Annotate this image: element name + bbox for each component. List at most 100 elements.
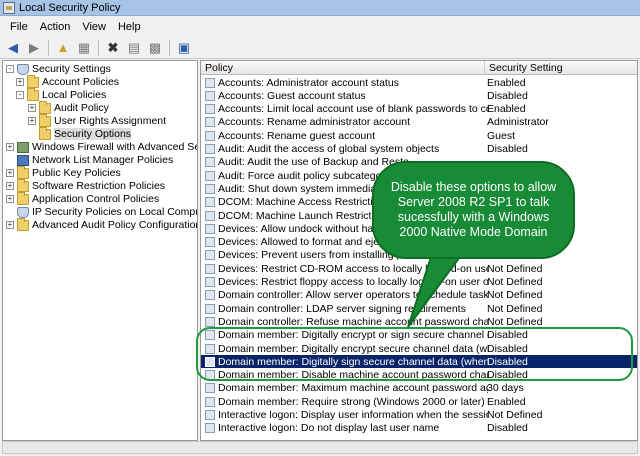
tree-node-label: Account Policies xyxy=(42,76,120,88)
export-list-icon[interactable]: ▩ xyxy=(146,39,164,57)
security-setting: Not Defined xyxy=(487,409,543,421)
folder-icon xyxy=(17,191,29,205)
menu-help[interactable]: Help xyxy=(112,21,147,33)
tree-node-security-settings[interactable]: - Security Settings xyxy=(6,63,111,75)
tree-node-label: Local Policies xyxy=(42,89,107,101)
policy-icon xyxy=(205,423,215,434)
security-settings-icon xyxy=(17,63,29,75)
policy-icon xyxy=(205,410,215,420)
expand-icon[interactable]: + xyxy=(6,182,14,190)
tree-node-label: Software Restriction Policies xyxy=(32,180,166,192)
table-row[interactable]: Domain member: Digitally encrypt secure … xyxy=(201,342,637,355)
table-row[interactable]: Domain member: Disable machine account p… xyxy=(201,369,637,382)
properties-icon[interactable]: ▤ xyxy=(125,39,143,57)
tree-node-application-control[interactable]: + Application Control Policies xyxy=(6,191,159,205)
table-row[interactable]: Audit: Audit the access of global system… xyxy=(201,143,637,156)
policy-name: Accounts: Rename administrator account xyxy=(218,116,411,129)
table-row[interactable]: Accounts: Guest account status Disabled xyxy=(201,89,637,102)
menu-file[interactable]: File xyxy=(4,21,34,33)
tree-node-account-policies[interactable]: + Account Policies xyxy=(16,74,120,88)
folder-icon xyxy=(17,178,29,192)
menu-action[interactable]: Action xyxy=(34,21,77,33)
security-setting: Enabled xyxy=(487,76,526,89)
policy-name: Domain member: Digitally encrypt secure … xyxy=(218,342,488,355)
column-header-security-setting[interactable]: Security Setting xyxy=(485,61,637,75)
tree-node-label: Public Key Policies xyxy=(32,167,121,179)
table-row[interactable]: Accounts: Rename guest account Guest xyxy=(201,129,637,142)
policy-name: Interactive logon: Do not display last u… xyxy=(218,422,440,435)
window-titlebar[interactable]: Local Security Policy xyxy=(0,0,640,16)
back-arrow-icon[interactable]: ◀ xyxy=(4,39,22,57)
security-setting: Enabled xyxy=(487,395,526,408)
tree-node-label: User Rights Assignment xyxy=(54,115,167,127)
tree-node-public-key-policies[interactable]: + Public Key Policies xyxy=(6,165,121,179)
table-row[interactable]: Devices: Restrict CD-ROM access to local… xyxy=(201,262,637,275)
table-row[interactable]: Domain member: Require strong (Windows 2… xyxy=(201,395,637,408)
expand-icon[interactable]: + xyxy=(6,169,14,177)
menu-view[interactable]: View xyxy=(76,21,112,33)
policy-name: Domain controller: Allow server operator… xyxy=(218,289,488,302)
expand-icon[interactable]: + xyxy=(28,104,36,112)
security-setting: Not Defined xyxy=(487,276,543,288)
table-row[interactable]: Domain controller: Refuse machine accoun… xyxy=(201,315,637,328)
tree-node-advanced-audit[interactable]: + Advanced Audit Policy Configuration xyxy=(6,217,197,231)
security-setting: Enabled xyxy=(487,103,526,116)
delete-icon[interactable]: ✖ xyxy=(104,39,122,57)
table-row[interactable]: Devices: Restrict floppy access to local… xyxy=(201,276,637,289)
policy-name: Domain controller: LDAP server signing r… xyxy=(218,302,466,315)
table-row[interactable]: Domain member: Digitally encrypt or sign… xyxy=(201,329,637,342)
policy-icon xyxy=(205,183,215,194)
toolbar: ◀ ▶ ▲ ▦ ✖ ▤ ▩ ▣ xyxy=(0,37,640,59)
tree-node-network-list-manager[interactable]: Network List Manager Policies xyxy=(6,154,173,166)
console-tree-icon[interactable]: ▦ xyxy=(75,39,93,57)
policy-icon xyxy=(205,396,215,407)
expand-icon[interactable]: + xyxy=(16,78,24,86)
toolbar-separator xyxy=(48,39,49,56)
table-row[interactable]: Interactive logon: Do not display last u… xyxy=(201,422,637,435)
expand-icon[interactable]: + xyxy=(6,221,14,229)
up-folder-icon[interactable]: ▲ xyxy=(54,39,72,57)
table-row[interactable]: Domain member: Digitally sign secure cha… xyxy=(201,355,637,369)
policy-name: Devices: Restrict floppy access to local… xyxy=(218,276,488,288)
table-row[interactable]: Accounts: Limit local account use of bla… xyxy=(201,103,637,116)
firewall-icon xyxy=(17,141,29,153)
tree-node-label: Network List Manager Policies xyxy=(32,154,174,166)
tree-node-label: Security Settings xyxy=(32,63,111,75)
policy-icon xyxy=(205,277,215,287)
expand-icon[interactable]: + xyxy=(28,117,36,125)
tree-node-security-options[interactable]: Security Options xyxy=(28,126,132,140)
toolbar-separator xyxy=(98,39,99,56)
policy-name: Domain member: Digitally encrypt or sign… xyxy=(218,329,488,342)
tree-node-local-policies[interactable]: - Local Policies xyxy=(16,87,107,101)
table-row[interactable]: Accounts: Rename administrator account Ad… xyxy=(201,116,637,129)
network-icon xyxy=(17,154,29,166)
folder-icon xyxy=(39,113,51,127)
policy-name: Domain member: Disable machine account p… xyxy=(218,369,488,382)
horizontal-scrollbar[interactable] xyxy=(2,441,638,454)
security-setting: Disabled xyxy=(487,329,528,342)
help-icon[interactable]: ▣ xyxy=(175,39,193,57)
table-row[interactable]: Interactive logon: Display user informat… xyxy=(201,409,637,422)
tree-node-ip-security[interactable]: IP Security Policies on Local Computer xyxy=(6,206,197,218)
security-setting: Not Defined xyxy=(487,262,543,275)
tree-node-software-restriction[interactable]: + Software Restriction Policies xyxy=(6,178,166,192)
tree-node-user-rights-assignment[interactable]: + User Rights Assignment xyxy=(28,113,167,127)
expand-icon[interactable]: + xyxy=(6,143,14,151)
table-row[interactable]: Domain member: Maximum machine account p… xyxy=(201,382,637,395)
table-row[interactable]: Domain controller: Allow server operator… xyxy=(201,289,637,302)
console-tree[interactable]: - Security Settings + Account Policies -… xyxy=(2,60,198,441)
ip-security-icon xyxy=(17,206,29,218)
security-setting: Not Defined xyxy=(487,302,543,315)
table-row[interactable]: Domain controller: LDAP server signing r… xyxy=(201,302,637,315)
policy-icon xyxy=(205,330,215,341)
tree-node-audit-policy[interactable]: + Audit Policy xyxy=(28,100,109,114)
policy-name: Domain member: Maximum machine account p… xyxy=(218,382,488,395)
policy-icon xyxy=(205,316,215,327)
collapse-icon[interactable]: - xyxy=(16,91,24,99)
table-row[interactable]: Accounts: Administrator account status En… xyxy=(201,76,637,89)
column-header-policy[interactable]: Policy xyxy=(201,61,485,75)
forward-arrow-icon[interactable]: ▶ xyxy=(25,39,43,57)
tree-node-windows-firewall[interactable]: + Windows Firewall with Advanced Securit… xyxy=(6,141,197,153)
collapse-icon[interactable]: - xyxy=(6,65,14,73)
expand-icon[interactable]: + xyxy=(6,195,14,203)
